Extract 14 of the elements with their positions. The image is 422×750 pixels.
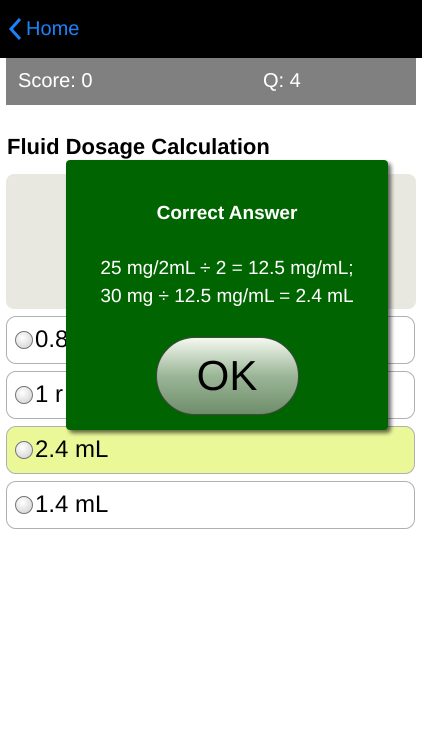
- radio-button[interactable]: [15, 496, 33, 514]
- answer-option[interactable]: 1.4 mL: [6, 481, 415, 529]
- chevron-left-icon: [8, 17, 22, 41]
- question-title: Fluid Dosage Calculation: [7, 134, 271, 160]
- question-number: Q: 4: [263, 70, 301, 93]
- ok-button[interactable]: OK: [156, 337, 298, 415]
- dialog-message: 25 mg/2mL ÷ 2 = 12.5 mg/mL; 30 mg ÷ 12.5 mg/mL = 2.4 mL: [100, 257, 354, 309]
- radio-button[interactable]: [15, 331, 33, 349]
- back-link[interactable]: Home: [8, 17, 80, 41]
- score-text: Score: 0: [17, 70, 94, 93]
- answer-option[interactable]: 2.4 mL: [6, 426, 415, 474]
- dialog-title: Correct Answer: [156, 203, 298, 225]
- radio-button[interactable]: [15, 441, 33, 459]
- radio-button[interactable]: [15, 386, 33, 404]
